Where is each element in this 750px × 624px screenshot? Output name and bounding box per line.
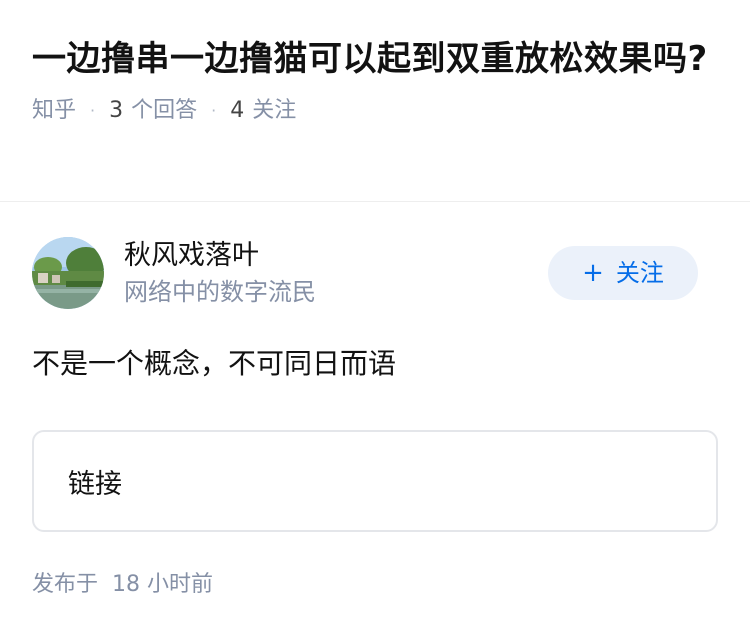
answer-item: 秋风戏落叶 网络中的数字流民 + 关注 不是一个概念，不可同日而语 链接 发布于…: [0, 202, 750, 600]
publish-label: 发布于: [32, 572, 99, 597]
answer-count: 3: [109, 98, 124, 123]
publish-info: 发布于 18 小时前: [32, 570, 718, 600]
avatar[interactable]: [32, 237, 104, 309]
page: 一边撸串一边撸猫可以起到双重放松效果吗? 知乎 · 3 个回答 · 4 关注 秋…: [0, 0, 750, 624]
separator-dot: ·: [211, 101, 217, 120]
source-label[interactable]: 知乎: [32, 96, 76, 126]
author-row: 秋风戏落叶 网络中的数字流民 + 关注: [32, 236, 718, 310]
answer-count-label: 个回答: [131, 98, 198, 123]
follow-button[interactable]: + 关注: [548, 246, 698, 300]
follow-count-label: 关注: [252, 98, 297, 123]
question-title[interactable]: 一边撸串一边撸猫可以起到双重放松效果吗?: [32, 34, 718, 84]
link-card-label: 链接: [68, 468, 122, 500]
answer-content: 不是一个概念，不可同日而语: [32, 347, 397, 380]
follow-count: 4: [230, 98, 245, 123]
separator-dot: ·: [90, 101, 96, 120]
follow-button-label: 关注: [615, 259, 664, 287]
plus-icon: +: [582, 258, 604, 288]
publish-time: 18 小时前: [112, 572, 214, 597]
link-card[interactable]: 链接: [32, 430, 718, 532]
avatar-image: [32, 237, 104, 309]
question-meta: 知乎 · 3 个回答 · 4 关注: [32, 96, 718, 126]
question-header: 一边撸串一边撸猫可以起到双重放松效果吗? 知乎 · 3 个回答 · 4 关注: [0, 0, 750, 202]
